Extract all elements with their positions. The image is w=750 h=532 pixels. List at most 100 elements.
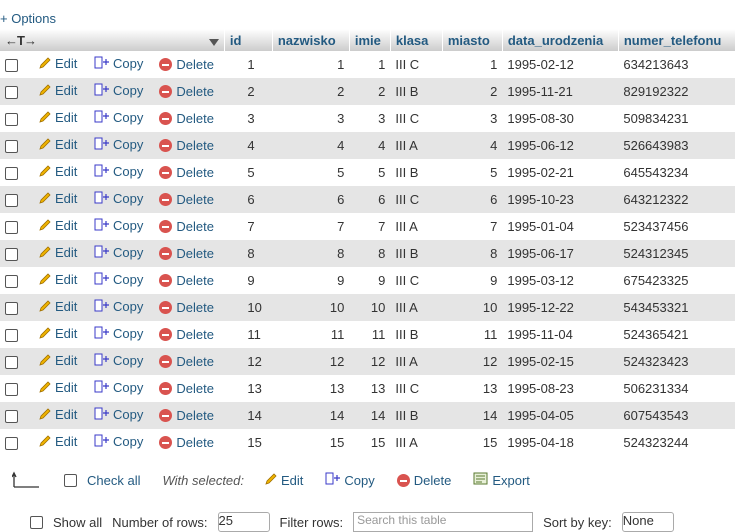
row-delete-button[interactable]: Delete [159,300,214,315]
row-copy-cell: Copy [89,240,155,267]
row-checkbox[interactable] [5,302,18,316]
row-edit-button[interactable]: Edit [38,353,77,368]
row-delete-button[interactable]: Delete [159,435,214,450]
row-delete-button[interactable]: Delete [159,57,214,72]
row-edit-button[interactable]: Edit [38,407,77,422]
check-all-checkbox[interactable] [64,473,77,487]
row-edit-button[interactable]: Edit [38,110,77,125]
row-copy-button[interactable]: Copy [94,407,143,422]
sort-by-key-select[interactable]: None [621,512,674,532]
cell-data-urodzenia: 1995-08-30 [502,105,619,132]
row-edit-button[interactable]: Edit [38,137,77,152]
row-edit-button[interactable]: Edit [38,299,77,314]
row-delete-button[interactable]: Delete [159,84,214,99]
row-checkbox[interactable] [5,275,18,289]
results-table-body: Edit Copy Delete 1 1 1 III C 1 1995-02-12 6342136… [0,51,736,456]
row-edit-button[interactable]: Edit [38,326,77,341]
row-checkbox[interactable] [5,140,18,154]
cell-miasto: 14 [442,402,503,429]
row-checkbox[interactable] [5,167,18,181]
show-all-label[interactable]: Show all [53,515,102,530]
cell-miasto: 1 [442,51,503,78]
row-copy-button[interactable]: Copy [94,434,143,449]
row-delete-button[interactable]: Delete [159,111,214,126]
column-header-id[interactable]: id [224,29,273,51]
column-menu-triangle-icon[interactable] [208,38,219,46]
column-header-numer-telefonu[interactable]: numer_telefonu [618,29,736,51]
row-copy-button[interactable]: Copy [94,299,143,314]
column-header-imie[interactable]: imie [349,29,391,51]
row-delete-button[interactable]: Delete [159,381,214,396]
delete-icon [159,301,173,314]
cell-numer-telefonu: 524312345 [618,240,736,267]
row-delete-button[interactable]: Delete [159,408,214,423]
row-copy-button[interactable]: Copy [94,218,143,233]
column-header-data-urodzenia[interactable]: data_urodzenia [502,29,619,51]
edit-label: Edit [55,191,78,206]
cell-klasa: III C [390,186,443,213]
cell-miasto: 6 [442,186,503,213]
row-copy-button[interactable]: Copy [94,164,143,179]
row-edit-button[interactable]: Edit [38,83,77,98]
row-delete-button[interactable]: Delete [159,273,214,288]
row-copy-button[interactable]: Copy [94,83,143,98]
row-checkbox[interactable] [5,194,18,208]
row-checkbox[interactable] [5,59,18,73]
copy-icon [94,83,110,100]
row-delete-button[interactable]: Delete [159,219,214,234]
row-checkbox[interactable] [5,437,18,451]
row-edit-button[interactable]: Edit [38,380,77,395]
row-copy-button[interactable]: Copy [94,191,143,206]
row-delete-button[interactable]: Delete [159,354,214,369]
row-checkbox[interactable] [5,221,18,235]
options-link[interactable]: + Options [0,11,56,26]
row-checkbox[interactable] [5,248,18,262]
row-checkbox[interactable] [5,113,18,127]
row-delete-button[interactable]: Delete [159,327,214,342]
row-delete-button[interactable]: Delete [159,192,214,207]
row-copy-button[interactable]: Copy [94,110,143,125]
row-copy-button[interactable]: Copy [94,56,143,71]
row-copy-button[interactable]: Copy [94,137,143,152]
row-checkbox[interactable] [5,86,18,100]
row-checkbox[interactable] [5,329,18,343]
filter-rows-input[interactable]: Search this table [353,512,534,532]
row-select-cell [0,294,33,321]
row-checkbox[interactable] [5,410,18,424]
copy-label: Copy [113,434,144,449]
row-delete-button[interactable]: Delete [159,165,214,180]
edit-label: Edit [55,164,78,179]
pencil-icon [264,472,278,489]
bulk-delete-button[interactable]: Delete [396,473,451,488]
bulk-edit-button[interactable]: Edit [264,472,303,489]
check-all-label[interactable]: Check all [87,473,140,488]
column-resize-arrows-icon[interactable]: ←T→ [5,33,37,48]
row-checkbox[interactable] [5,383,18,397]
rows-count-select[interactable]: 25 [217,512,270,532]
row-copy-button[interactable]: Copy [94,380,143,395]
row-copy-button[interactable]: Copy [94,245,143,260]
row-copy-button[interactable]: Copy [94,326,143,341]
row-edit-button[interactable]: Edit [38,56,77,71]
copy-icon [94,434,110,451]
column-header-nazwisko[interactable]: nazwisko [272,29,350,51]
row-copy-button[interactable]: Copy [94,272,143,287]
row-delete-button[interactable]: Delete [159,138,214,153]
bulk-export-button[interactable]: Export [473,472,530,489]
column-header-miasto[interactable]: miasto [442,29,503,51]
row-checkbox[interactable] [5,356,18,370]
row-copy-button[interactable]: Copy [94,353,143,368]
row-edit-button[interactable]: Edit [38,434,77,449]
row-edit-button[interactable]: Edit [38,218,77,233]
bulk-actions-bar: Check all With selected: Edit Copy Delet… [12,466,552,494]
row-edit-button[interactable]: Edit [38,191,77,206]
column-header-klasa[interactable]: klasa [390,29,443,51]
row-edit-button[interactable]: Edit [38,272,77,287]
row-edit-button[interactable]: Edit [38,245,77,260]
bulk-copy-button[interactable]: Copy [325,472,375,489]
check-all[interactable]: Check all [64,473,140,488]
row-edit-button[interactable]: Edit [38,164,77,179]
show-all-checkbox[interactable] [30,515,43,529]
row-copy-cell: Copy [89,321,155,348]
row-delete-button[interactable]: Delete [159,246,214,261]
